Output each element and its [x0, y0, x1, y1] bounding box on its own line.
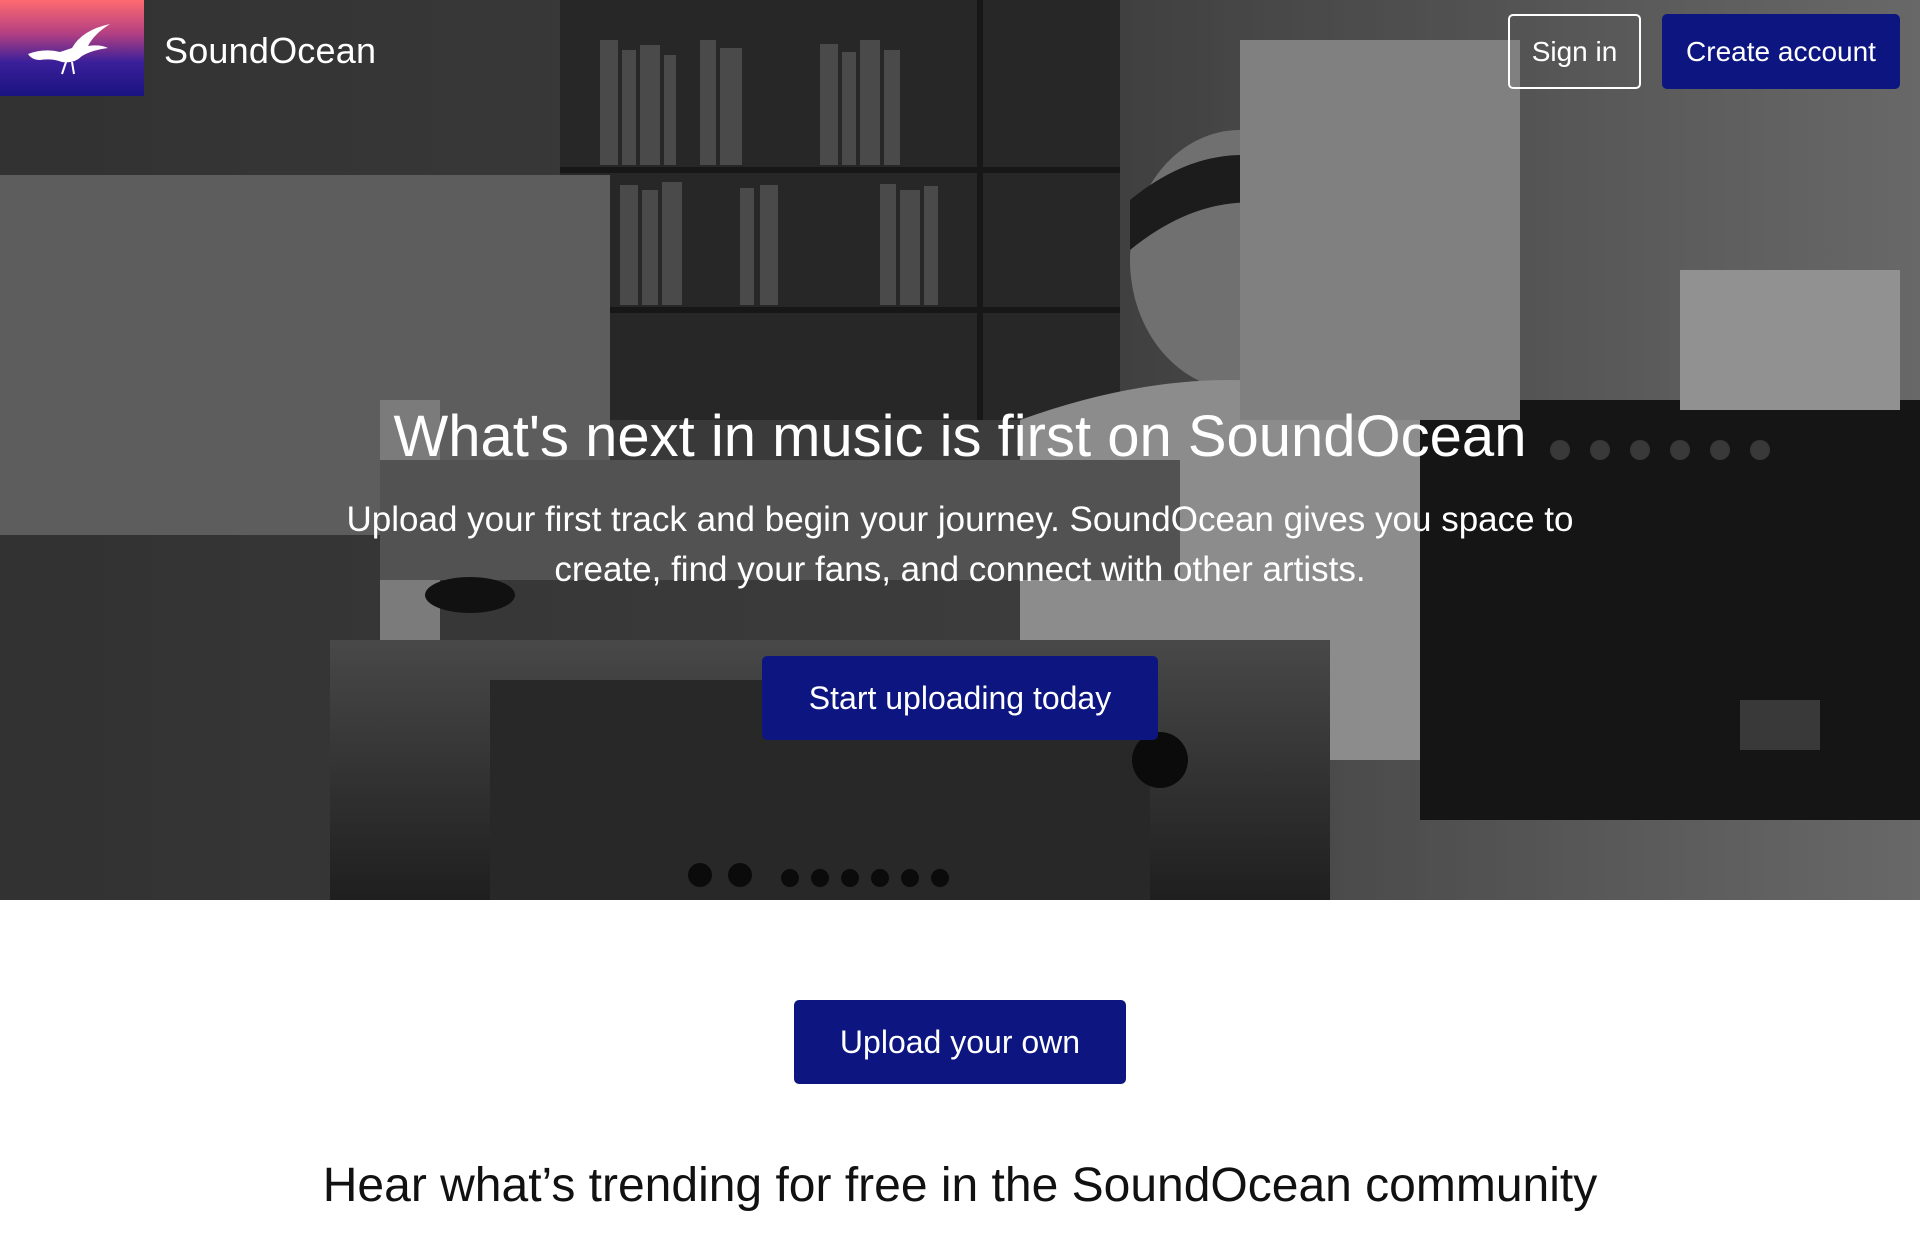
brand-name[interactable]: SoundOcean: [164, 30, 376, 72]
landing-page: SoundOcean Sign in Create account What's…: [0, 0, 1922, 1260]
brand-logo[interactable]: [0, 0, 144, 96]
seagull-icon: [28, 24, 110, 75]
upload-your-own-button[interactable]: Upload your own: [794, 1000, 1126, 1084]
hero-subtitle: Upload your first track and begin your j…: [346, 500, 1574, 589]
start-uploading-button[interactable]: Start uploading today: [762, 656, 1158, 740]
sign-in-button[interactable]: Sign in: [1508, 14, 1641, 89]
create-account-button[interactable]: Create account: [1662, 14, 1900, 89]
hero-title: What's next in music is first on SoundOc…: [393, 404, 1527, 469]
trending-heading: Hear what’s trending for free in the Sou…: [322, 1159, 1598, 1212]
